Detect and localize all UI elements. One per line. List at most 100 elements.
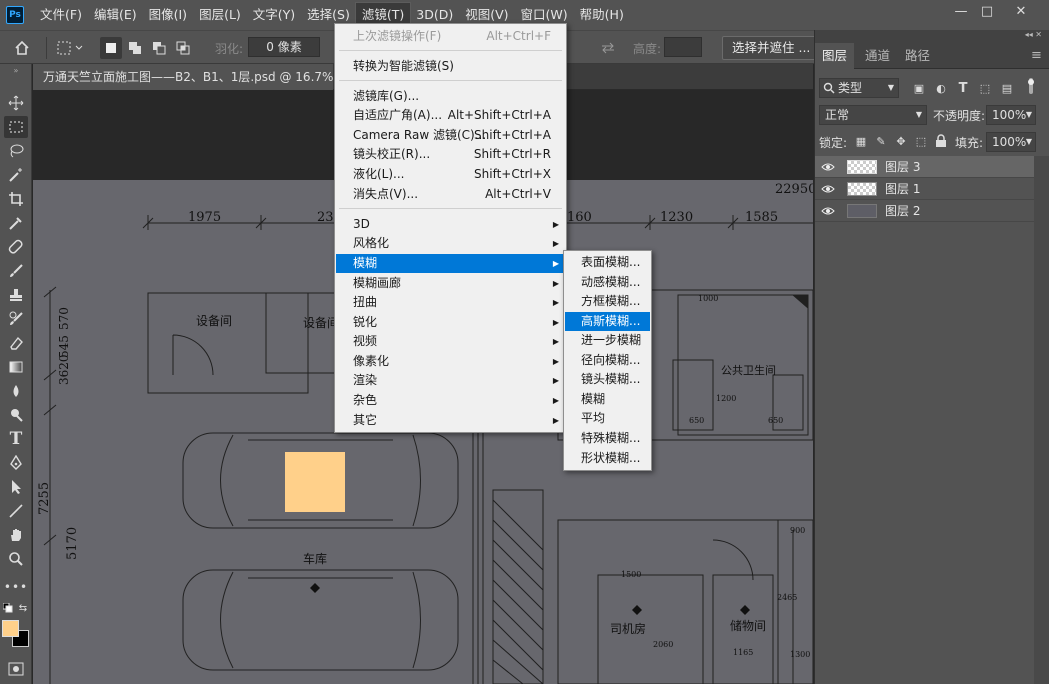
collapse-panel-icon[interactable]: ◂◂ ✕ [1025,30,1042,39]
blur-tool-icon[interactable] [4,380,28,402]
eyedropper-tool-icon[interactable] [4,212,28,234]
lock-image-pixels-icon[interactable]: ✎ [873,133,889,149]
close-button[interactable]: ✕ [1004,0,1038,22]
menu-item-camera-raw[interactable]: Camera Raw 滤镜(C)... Shift+Ctrl+A [336,126,565,145]
path-selection-tool-icon[interactable] [4,476,28,498]
menu-image[interactable]: 图像(I) [143,3,193,27]
quick-mask-icon[interactable] [4,658,28,680]
document-tab[interactable]: 万通天竺立面施工图——B2、B1、1层.psd @ 16.7% (图层 3, R… [33,64,333,90]
filter-adjustment-icon[interactable]: ◐ [933,80,949,96]
tab-layers[interactable]: 图层 [815,43,855,69]
menu-file[interactable]: 文件(F) [34,3,88,27]
hand-tool-icon[interactable] [4,524,28,546]
filter-kind-select[interactable]: 类型 ▼ [819,78,899,98]
photoshop-logo-icon[interactable]: Ps [6,6,24,24]
layer-row[interactable]: 图层 2 [815,200,1034,222]
new-selection-icon[interactable] [100,37,122,59]
panel-menu-icon[interactable]: ≡ [1031,43,1042,69]
submenu-item-surface-blur[interactable]: 表面模糊... [565,253,650,272]
collapse-icon[interactable]: » [4,64,28,76]
zoom-tool-icon[interactable] [4,548,28,570]
layer-row[interactable]: 图层 3 [815,156,1034,178]
menu-item-other[interactable]: 其它 ▶ [336,411,565,430]
foreground-color-swatch[interactable] [2,620,19,637]
filter-pixel-icon[interactable]: ▣ [911,80,927,96]
healing-brush-tool-icon[interactable] [4,236,28,258]
submenu-item-blur-more[interactable]: 进一步模糊 [565,331,650,350]
menu-type[interactable]: 文字(Y) [247,3,301,27]
opacity-input[interactable]: 100% ▼ [986,105,1036,125]
menu-item-vanishing-point[interactable]: 消失点(V)... Alt+Ctrl+V [336,185,565,204]
rectangular-marquee-tool-icon[interactable] [4,116,28,138]
filter-toggle-icon[interactable] [1023,78,1039,94]
submenu-item-shape-blur[interactable]: 形状模糊... [565,449,650,468]
menu-item-filter-gallery[interactable]: 滤镜库(G)... [336,87,565,106]
move-tool-icon[interactable] [4,92,28,114]
menu-item-convert-smart-filter[interactable]: 转换为智能滤镜(S) [336,57,565,76]
lock-position-icon[interactable]: ✥ [893,133,909,149]
menu-item-stylize[interactable]: 风格化 ▶ [336,234,565,253]
submenu-item-box-blur[interactable]: 方框模糊... [565,292,650,311]
submenu-item-average[interactable]: 平均 [565,409,650,428]
menu-layer[interactable]: 图层(L) [193,3,247,27]
menu-item-sharpen[interactable]: 锐化 ▶ [336,313,565,332]
submenu-item-blur[interactable]: 模糊 [565,390,650,409]
tab-paths[interactable]: 路径 [905,43,930,69]
visibility-eye-icon[interactable] [815,206,841,216]
clone-stamp-tool-icon[interactable] [4,284,28,306]
select-and-mask-button[interactable]: 选择并遮住 ... [722,36,821,60]
add-selection-icon[interactable] [124,37,146,59]
line-tool-icon[interactable] [4,500,28,522]
filter-type-icon[interactable]: T [955,80,971,96]
submenu-item-smart-blur[interactable]: 特殊模糊... [565,429,650,448]
dodge-tool-icon[interactable] [4,404,28,426]
menu-item-last-filter[interactable]: 上次滤镜操作(F) Alt+Ctrl+F [336,27,565,46]
menu-item-lens-correction[interactable]: 镜头校正(R)... Shift+Ctrl+R [336,145,565,164]
history-brush-tool-icon[interactable] [4,308,28,330]
lock-all-icon[interactable] [933,133,949,149]
menu-item-liquify[interactable]: 液化(L)... Shift+Ctrl+X [336,165,565,184]
menu-item-3d[interactable]: 3D ▶ [336,215,565,234]
swap-icon[interactable] [598,37,618,59]
brush-tool-icon[interactable] [4,260,28,282]
visibility-eye-icon[interactable] [815,162,841,172]
filter-shape-icon[interactable]: ⬚ [977,80,993,96]
layer-row[interactable]: 图层 1 [815,178,1034,200]
type-tool-icon[interactable]: T [4,428,28,450]
menu-item-blur[interactable]: 模糊 ▶ [336,254,565,273]
filter-smart-object-icon[interactable]: ▤ [999,80,1015,96]
eraser-tool-icon[interactable] [4,332,28,354]
more-tools-icon[interactable]: ••• [4,576,28,598]
lasso-tool-icon[interactable] [4,140,28,162]
feather-input[interactable]: 0 像素 [248,37,320,57]
gradient-tool-icon[interactable] [4,356,28,378]
intersect-selection-icon[interactable] [172,37,194,59]
menu-item-distort[interactable]: 扭曲 ▶ [336,293,565,312]
tab-channels[interactable]: 通道 [865,43,890,69]
lock-artboard-icon[interactable]: ⬚ [913,133,929,149]
subtract-selection-icon[interactable] [148,37,170,59]
menu-item-pixelate[interactable]: 像素化 ▶ [336,352,565,371]
visibility-eye-icon[interactable] [815,184,841,194]
magic-wand-tool-icon[interactable] [4,164,28,186]
submenu-item-radial-blur[interactable]: 径向模糊... [565,351,650,370]
submenu-item-lens-blur[interactable]: 镜头模糊... [565,370,650,389]
menu-item-noise[interactable]: 杂色 ▶ [336,391,565,410]
swap-colors-icon[interactable]: ⇆ [17,602,29,614]
default-colors-icon[interactable] [2,602,14,614]
menu-item-adaptive-wide-angle[interactable]: 自适应广角(A)... Alt+Shift+Ctrl+A [336,106,565,125]
fill-input[interactable]: 100% ▼ [986,132,1036,152]
layers-scrollbar[interactable] [1034,156,1049,684]
lock-transparent-pixels-icon[interactable]: ▦ [853,133,869,149]
marquee-preset-icon[interactable] [54,37,88,59]
submenu-item-gaussian-blur[interactable]: 高斯模糊... [565,312,650,331]
menu-help[interactable]: 帮助(H) [574,3,630,27]
pen-tool-icon[interactable] [4,452,28,474]
submenu-item-motion-blur[interactable]: 动感模糊... [565,273,650,292]
menu-item-render[interactable]: 渲染 ▶ [336,371,565,390]
menu-edit[interactable]: 编辑(E) [88,3,143,27]
blend-mode-select[interactable]: 正常 ▼ [819,105,927,125]
home-icon[interactable] [10,37,34,59]
height-input[interactable] [664,37,702,57]
maximize-button[interactable]: □ [970,0,1004,22]
